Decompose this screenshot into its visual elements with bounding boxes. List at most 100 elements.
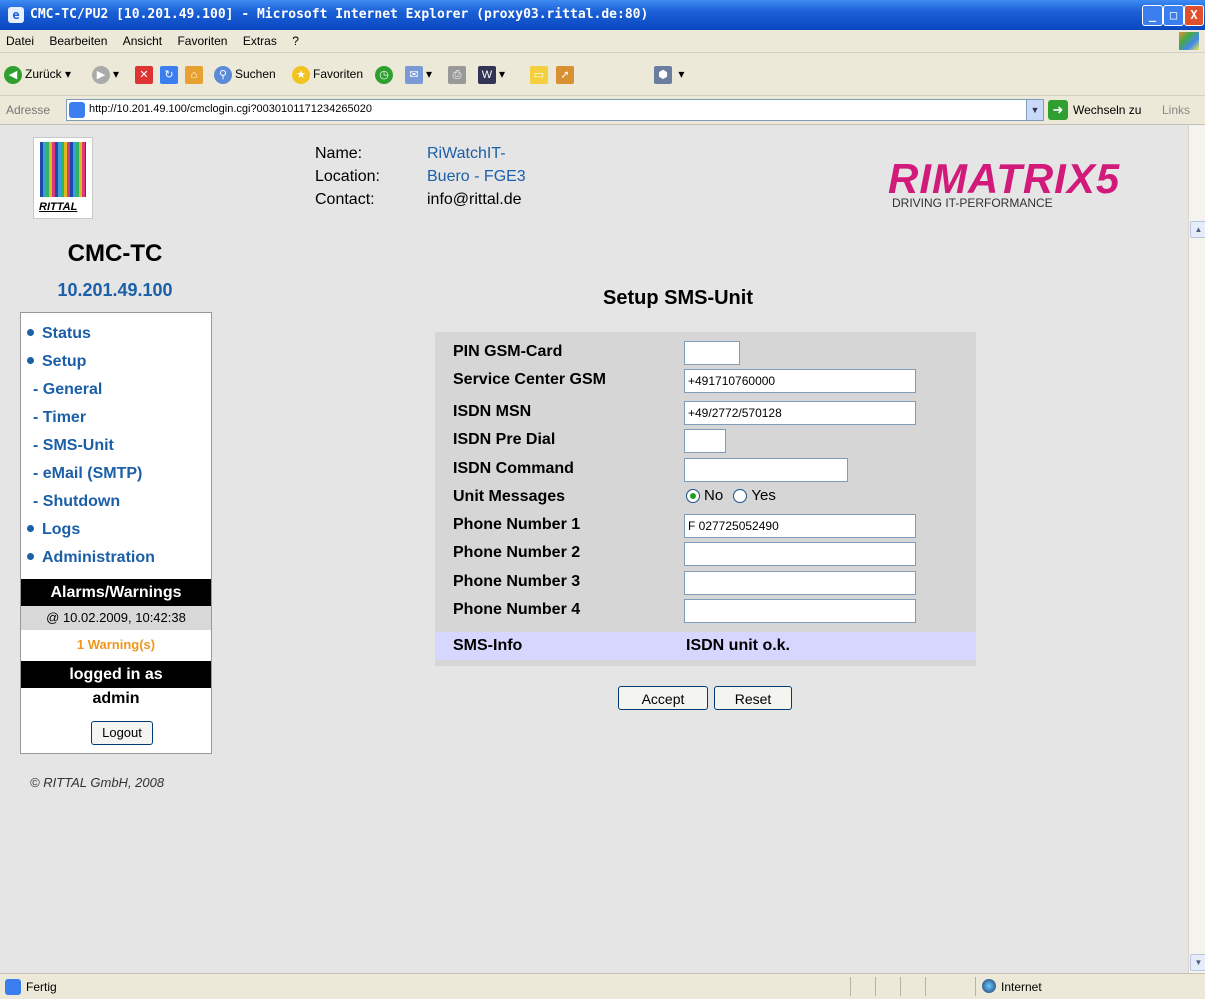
service-center-input[interactable]: +491710760000 xyxy=(684,369,916,393)
status-divider xyxy=(900,977,901,996)
history-icon: ◷ xyxy=(375,65,393,84)
discuss-button[interactable]: ▭ xyxy=(530,64,551,84)
rittal-logo-text: RITTAL xyxy=(39,201,78,213)
contact-label: Contact: xyxy=(315,191,375,208)
home-icon: ⌂ xyxy=(185,65,203,84)
unit-messages-radio-group: No Yes xyxy=(686,487,776,504)
go-button[interactable]: Wechseln zu xyxy=(1073,103,1141,117)
device-ip: 10.201.49.100 xyxy=(57,280,173,300)
sidebar-nav: Status Setup - General - Timer - SMS-Uni… xyxy=(20,312,212,754)
nav-logs-label: Logs xyxy=(42,521,81,538)
menu-extras[interactable]: Extras xyxy=(237,30,283,48)
messenger-button[interactable]: ➚ xyxy=(556,64,577,84)
address-input[interactable]: http://10.201.49.100/cmclogin.cgi?003010… xyxy=(66,99,1044,121)
links-button[interactable]: Links xyxy=(1162,103,1190,117)
unit-messages-no-radio[interactable] xyxy=(686,489,700,504)
status-text: Fertig xyxy=(26,980,57,994)
page-status-icon xyxy=(5,979,21,995)
bullet-icon xyxy=(27,357,34,365)
print-button[interactable]: ⎙ xyxy=(448,64,469,84)
home-button[interactable]: ⌂ xyxy=(185,64,206,84)
menu-bearbeiten[interactable]: Bearbeiten xyxy=(43,30,113,48)
phone2-input[interactable] xyxy=(684,542,916,566)
rimatrix-tagline: DRIVING IT-PERFORMANCE xyxy=(892,196,1053,210)
address-dropdown-icon[interactable]: ▼ xyxy=(1026,100,1043,120)
bullet-icon xyxy=(27,553,34,561)
phone1-input[interactable]: F 027725052490 xyxy=(684,514,916,538)
history-button[interactable]: ◷ xyxy=(375,64,396,84)
nav-administration-label: Administration xyxy=(42,549,155,566)
rimatrix-logo: RIMATRIX5 DRIVING IT-PERFORMANCE xyxy=(870,155,1170,215)
name-label: Name: xyxy=(315,145,363,162)
isdn-command-input[interactable] xyxy=(684,458,848,482)
alarm-timestamp: @ 10.02.2009, 10:42:38 xyxy=(21,606,211,630)
scroll-down-icon[interactable]: ▼ xyxy=(1190,954,1205,971)
refresh-icon: ↻ xyxy=(160,65,178,84)
copyright: © RITTAL GmbH, 2008 xyxy=(30,775,165,790)
forward-button[interactable]: ▶ ▾ xyxy=(92,64,119,84)
isdn-command-label: ISDN Command xyxy=(453,460,574,477)
close-button[interactable]: X xyxy=(1184,5,1204,26)
vertical-scrollbar[interactable]: ▲ ▼ xyxy=(1188,125,1205,973)
stop-button[interactable]: ✕ xyxy=(135,64,156,84)
edit-button[interactable]: W ▾ xyxy=(478,64,505,84)
pin-label: PIN GSM-Card xyxy=(453,343,563,360)
go-arrow-icon[interactable]: ➜ xyxy=(1048,100,1068,120)
security-zone: Internet xyxy=(1001,980,1042,994)
phone4-input[interactable] xyxy=(684,599,916,623)
address-label: Adresse xyxy=(6,103,51,117)
service-center-label: Service Center GSM xyxy=(453,371,606,388)
back-button[interactable]: ◀ Zurück ▾ xyxy=(4,64,71,84)
warning-count[interactable]: 1 Warning(s) xyxy=(21,630,211,660)
scroll-up-icon[interactable]: ▲ xyxy=(1190,221,1205,238)
mail-button[interactable]: ✉ ▾ xyxy=(405,64,432,84)
search-label: Suchen xyxy=(235,67,276,81)
rittal-logo: RITTAL xyxy=(33,137,93,219)
page-icon xyxy=(69,102,85,118)
accept-button[interactable]: Accept xyxy=(618,686,708,710)
unit-messages-yes-label: Yes xyxy=(751,487,776,504)
menu-datei[interactable]: Datei xyxy=(0,30,40,48)
phone3-label: Phone Number 3 xyxy=(453,573,581,590)
menu-help[interactable]: ? xyxy=(286,30,305,48)
isdn-predial-label: ISDN Pre Dial xyxy=(453,431,556,448)
nav-general[interactable]: - General xyxy=(33,381,102,399)
device-type: CMC-TC xyxy=(67,240,163,267)
nav-shutdown[interactable]: - Shutdown xyxy=(33,493,120,511)
maximize-button[interactable]: □ xyxy=(1163,5,1184,26)
nav-administration[interactable]: Administration xyxy=(21,549,155,567)
isdn-msn-input[interactable]: +49/2772/570128 xyxy=(684,401,916,425)
word-icon: W xyxy=(478,65,496,84)
menu-ansicht[interactable]: Ansicht xyxy=(117,30,168,48)
nav-setup-label: Setup xyxy=(42,353,87,370)
minimize-button[interactable]: _ xyxy=(1142,5,1163,26)
phone3-input[interactable] xyxy=(684,571,916,595)
menu-favoriten[interactable]: Favoriten xyxy=(171,30,233,48)
page-content: RITTAL Name: RiWatchIT- Location: Buero … xyxy=(0,125,1188,973)
messenger-icon: ➚ xyxy=(556,65,574,84)
nav-timer[interactable]: - Timer xyxy=(33,409,86,427)
sms-setup-form: PIN GSM-Card Service Center GSM +4917107… xyxy=(435,332,976,666)
reset-button[interactable]: Reset xyxy=(714,686,792,710)
windows-flag-icon xyxy=(1179,32,1199,50)
globe-icon xyxy=(982,979,996,993)
status-divider xyxy=(975,977,976,996)
back-label: Zurück xyxy=(25,67,62,81)
logout-button[interactable]: Logout xyxy=(91,721,153,745)
unit-messages-yes-radio[interactable] xyxy=(733,489,748,504)
note-icon: ▭ xyxy=(530,65,548,84)
research-button[interactable]: ⬢ ▾ xyxy=(654,64,684,84)
nav-sms-unit[interactable]: - SMS-Unit xyxy=(33,437,114,455)
favorites-button[interactable]: ★ Favoriten xyxy=(292,64,363,84)
nav-email[interactable]: - eMail (SMTP) xyxy=(33,465,142,483)
nav-setup[interactable]: Setup xyxy=(21,353,86,371)
printer-icon: ⎙ xyxy=(448,65,466,84)
refresh-button[interactable]: ↻ xyxy=(160,64,181,84)
isdn-predial-input[interactable] xyxy=(684,429,726,453)
nav-logs[interactable]: Logs xyxy=(21,521,80,539)
search-button[interactable]: ⚲ Suchen xyxy=(214,64,276,84)
pin-input[interactable] xyxy=(684,341,740,365)
mail-icon: ✉ xyxy=(405,65,423,84)
nav-status[interactable]: Status xyxy=(21,325,91,343)
bullet-icon xyxy=(27,329,34,337)
